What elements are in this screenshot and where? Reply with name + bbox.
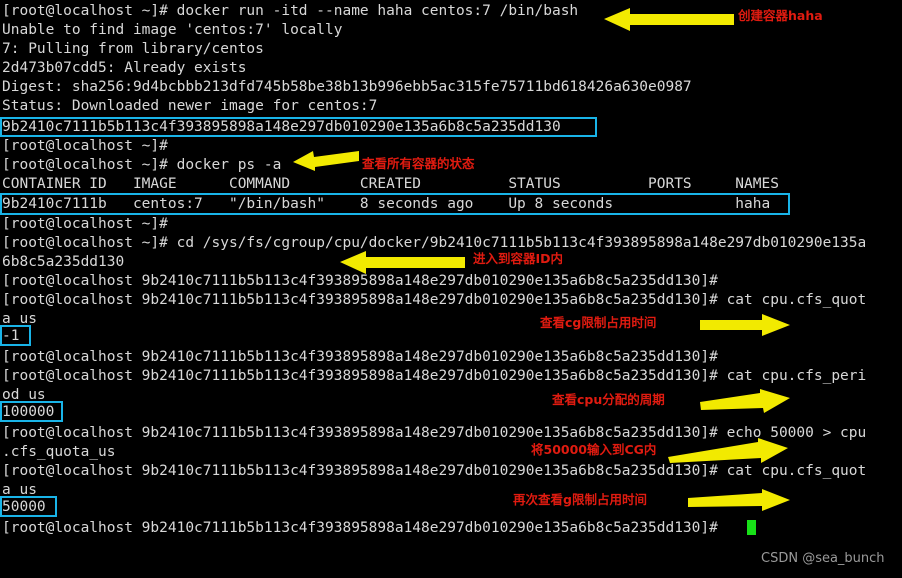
terminal-line: [root@localhost ~]# xyxy=(2,138,168,154)
terminal-line: .cfs_quota_us xyxy=(2,444,116,460)
annotation-write-50000: 将50000输入到CG内 xyxy=(531,442,657,457)
terminal-line-container-id: 9b2410c7111b5b113c4f393895898a148e297db0… xyxy=(2,119,561,135)
terminal-line: [root@localhost ~]# docker ps -a xyxy=(2,157,282,173)
annotation-recheck-quota: 再次查看g限制占用时间 xyxy=(513,492,647,507)
annotation-view-cpu-period: 查看cpu分配的周期 xyxy=(552,392,665,407)
terminal-line-table-header: CONTAINER ID IMAGE COMMAND CREATED STATU… xyxy=(2,176,779,192)
annotation-view-all-containers: 查看所有容器的状态 xyxy=(362,156,475,171)
annotation-enter-container-id: 进入到容器ID内 xyxy=(473,251,564,266)
terminal-line: [root@localhost 9b2410c7111b5b113c4f3938… xyxy=(2,273,718,289)
terminal-line: 7: Pulling from library/centos xyxy=(2,41,264,57)
annotation-create-container: 创建容器haha xyxy=(738,8,823,23)
terminal-line-output-new-quota: 50000 xyxy=(2,499,46,515)
arrow-view-quota xyxy=(700,314,790,336)
terminal-line: [root@localhost ~]# xyxy=(2,216,168,232)
terminal-line: [root@localhost 9b2410c7111b5b113c4f3938… xyxy=(2,292,867,308)
terminal-line: [root@localhost ~]# cd /sys/fs/cgroup/cp… xyxy=(2,235,867,251)
terminal-cursor xyxy=(747,520,756,535)
terminal-line-table-row: 9b2410c7111b centos:7 "/bin/bash" 8 seco… xyxy=(2,196,771,212)
terminal-line-output-period: 100000 xyxy=(2,404,55,420)
terminal-line: 2d473b07cdd5: Already exists xyxy=(2,60,247,76)
arrow-docker-ps xyxy=(293,151,359,171)
terminal-line-output-quota: -1 xyxy=(2,328,20,344)
arrow-recheck-quota xyxy=(688,489,790,511)
terminal-line: [root@localhost ~]# docker run -itd --na… xyxy=(2,3,579,19)
terminal-line: [root@localhost 9b2410c7111b5b113c4f3938… xyxy=(2,425,867,441)
terminal-line: Digest: sha256:9d4bcbbb213dfd745b58be38b… xyxy=(2,79,692,95)
arrow-view-period xyxy=(700,389,790,413)
arrow-create-container xyxy=(604,8,734,31)
terminal-line-prompt: [root@localhost 9b2410c7111b5b113c4f3938… xyxy=(2,520,718,536)
annotation-view-cg-quota: 查看cg限制占用时间 xyxy=(540,315,657,330)
terminal-line: 6b8c5a235dd130 xyxy=(2,254,125,270)
terminal-line: [root@localhost 9b2410c7111b5b113c4f3938… xyxy=(2,463,867,479)
terminal-line: [root@localhost 9b2410c7111b5b113c4f3938… xyxy=(2,368,867,384)
terminal-line: Status: Downloaded newer image for cento… xyxy=(2,98,378,114)
watermark: CSDN @sea_bunch xyxy=(761,551,885,566)
terminal-line: [root@localhost 9b2410c7111b5b113c4f3938… xyxy=(2,349,718,365)
terminal-window[interactable]: [root@localhost ~]# docker run -itd --na… xyxy=(0,0,902,578)
terminal-line: Unable to find image 'centos:7' locally xyxy=(2,22,343,38)
